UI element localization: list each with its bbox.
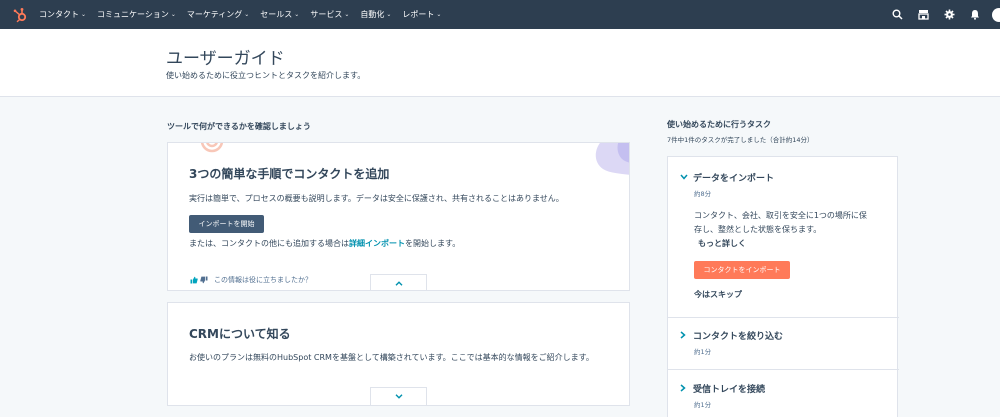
chevron-right-icon — [680, 330, 689, 341]
page-header: ユーザーガイド 使い始めるために役立つヒントとタスクを紹介します。 — [0, 29, 1000, 97]
divider — [668, 317, 899, 318]
chevron-up-icon — [395, 281, 402, 286]
nav-item-sales[interactable]: セールス ⌄ — [260, 9, 299, 20]
card-title: 3つの簡単な手順でコンタクトを追加 — [189, 167, 390, 181]
collapse-card-button[interactable] — [370, 274, 427, 290]
card-description: お使いのプランは無料のHubSpot CRMを基盤として構築されています。ここで… — [189, 353, 594, 362]
chevron-down-icon: ⌄ — [386, 11, 392, 18]
chevron-down-icon: ⌄ — [294, 11, 300, 18]
chevron-down-icon: ⌄ — [436, 11, 442, 18]
thumbs-up-icon[interactable] — [190, 276, 198, 284]
task-time: 約1分 — [694, 348, 712, 356]
advanced-import-prefix: または、コンタクトの他にも追加する場合は — [189, 239, 349, 248]
nav-item-label: 自動化 — [360, 10, 385, 19]
nav-item-label: レポート — [402, 10, 435, 19]
chevron-down-icon: ⌄ — [344, 11, 350, 18]
nav-item-label: セールス — [260, 10, 293, 19]
nav-item-label: マーケティング — [186, 10, 243, 19]
hubspot-logo-icon[interactable] — [11, 6, 29, 24]
task-list: データをインポート 約8分 コンタクト、会社、取引を安全に1つの場所に保 存し、… — [667, 156, 899, 417]
nav-item-label: サービス — [310, 10, 343, 19]
chevron-right-icon — [680, 383, 689, 394]
search-icon[interactable] — [884, 0, 910, 29]
nav-item-label: コンタクト — [39, 10, 79, 19]
nav-icons — [884, 0, 1000, 29]
feedback-row: この情報は役に立ちましたか？ — [190, 275, 312, 285]
advanced-import-link[interactable]: 詳細インポート — [349, 239, 405, 248]
chevron-down-icon: ⌄ — [170, 11, 176, 18]
nav-item-automation[interactable]: 自動化 ⌄ — [360, 9, 391, 20]
guide-card-import: 3つの簡単な手順でコンタクトを追加 実行は簡単で、プロセスの概要も説明します。デ… — [167, 142, 630, 291]
guide-card-crm: CRMについて知る お使いのプランは無料のHubSpot CRMを基盤として構築… — [167, 302, 630, 406]
divider — [668, 369, 899, 370]
task-time: 約1分 — [694, 401, 712, 409]
top-nav: コンタクト ⌄ コミュニケーション ⌄ マーケティング ⌄ セールス ⌄ サービス ⌄ 自… — [0, 0, 1000, 29]
task-header-connect-inbox[interactable]: 受信トレイを接続 — [680, 382, 765, 395]
decorative-blob-icon — [587, 143, 629, 181]
nav-item-label: コミュニケーション — [97, 10, 169, 19]
nav-item-marketing[interactable]: マーケティング ⌄ — [187, 9, 249, 20]
decorative-circles-icon — [200, 143, 230, 159]
thumbs-down-icon[interactable] — [200, 276, 208, 284]
advanced-import-text: または、コンタクトの他にも追加する場合は詳細インポートを開始します。 — [189, 238, 460, 249]
task-description: コンタクト、会社、取引を安全に1つの場所に保 存し、整然とした状態を保ちます。 — [694, 209, 894, 237]
import-contacts-button[interactable]: コンタクトをインポート — [694, 261, 790, 279]
tasks-title: 使い始めるために行うタスク — [667, 120, 771, 129]
nav-item-conversations[interactable]: コミュニケーション ⌄ — [97, 9, 176, 20]
task-title: 受信トレイを接続 — [693, 385, 766, 395]
task-description-line: コンタクト、会社、取引を安全に1つの場所に保 — [694, 211, 867, 220]
tasks-progress: 7件中1件のタスクが完了しました（合計約14分） — [667, 136, 814, 144]
chevron-down-icon: ⌄ — [81, 11, 87, 18]
chevron-down-icon — [395, 394, 402, 399]
chevron-down-icon — [680, 173, 689, 182]
skip-link[interactable]: 今はスキップ — [694, 288, 894, 302]
nav-menu: コンタクト ⌄ コミュニケーション ⌄ マーケティング ⌄ セールス ⌄ サービス ⌄ 自… — [39, 9, 452, 20]
task-header-filter-contacts[interactable]: コンタクトを絞り込む — [680, 329, 783, 342]
chevron-down-icon: ⌄ — [244, 11, 250, 18]
section-label: ツールで何ができるかを確認しましょう — [167, 122, 311, 131]
advanced-import-suffix: を開始します。 — [405, 239, 461, 248]
task-description-line: 存し、整然とした状態を保ちます。 — [694, 225, 822, 234]
start-import-button[interactable]: インポートを開始 — [189, 215, 264, 233]
page-title: ユーザーガイド — [166, 49, 285, 69]
nav-item-service[interactable]: サービス ⌄ — [310, 9, 349, 20]
task-title: データをインポート — [693, 174, 775, 184]
card-title: CRMについて知る — [189, 327, 291, 341]
settings-icon[interactable] — [936, 0, 962, 29]
feedback-question: この情報は役に立ちましたか？ — [214, 276, 312, 284]
expand-card-button[interactable] — [370, 387, 427, 405]
nav-item-reports[interactable]: レポート ⌄ — [402, 9, 441, 20]
page-subtitle: 使い始めるために役立つヒントとタスクを紹介します。 — [166, 71, 366, 80]
task-title: コンタクトを絞り込む — [693, 332, 784, 342]
card-description: 実行は簡単で、プロセスの概要も説明します。データは安全に保護され、共有されること… — [189, 194, 564, 203]
avatar[interactable] — [992, 7, 1000, 22]
nav-item-contacts[interactable]: コンタクト ⌄ — [39, 9, 86, 20]
learn-more-link[interactable]: もっと詳しく — [698, 237, 898, 251]
task-header-import[interactable]: データをインポート — [680, 171, 774, 184]
notifications-icon[interactable] — [962, 0, 988, 29]
task-time: 約8分 — [694, 190, 712, 198]
marketplace-icon[interactable] — [910, 0, 936, 29]
